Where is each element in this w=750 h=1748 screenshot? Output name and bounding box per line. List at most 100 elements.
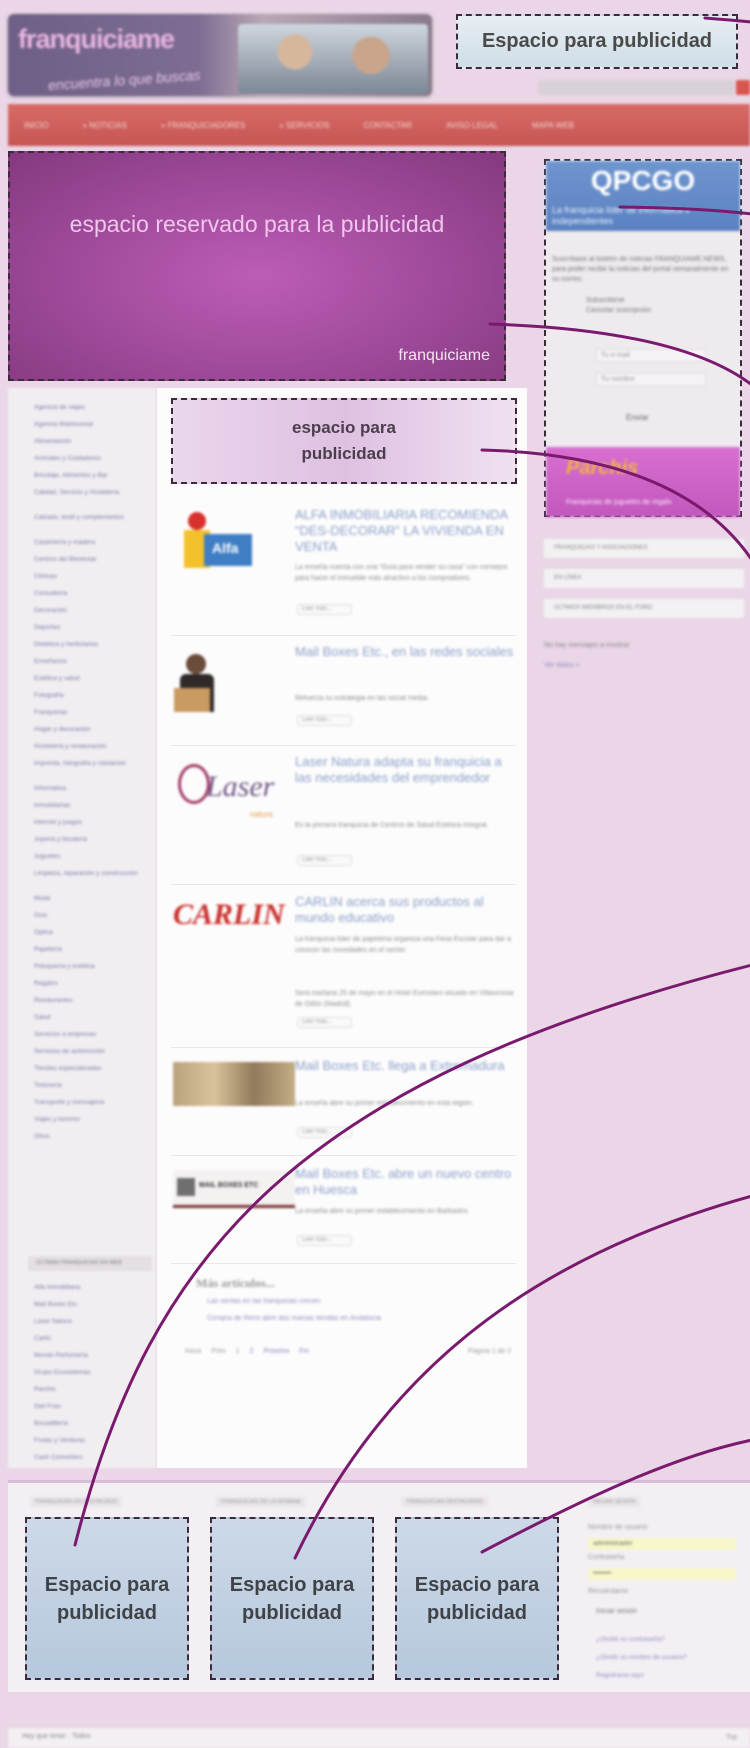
password-input[interactable]: •••••••• <box>588 1568 736 1580</box>
category-link[interactable]: Servicios de automoción <box>34 1048 150 1056</box>
article-thumb-mbe-logo[interactable]: MAIL BOXES ETC <box>173 1170 295 1208</box>
newsletter-name-input[interactable]: Tu nombre <box>596 373 706 386</box>
recent-franchise-link[interactable]: Carlin <box>34 1335 150 1343</box>
back-to-top-link[interactable]: Top <box>726 1734 737 1741</box>
nav-item-mapa-web[interactable]: Mapa Web <box>532 121 574 130</box>
article-thumb-laser[interactable]: Laser natura <box>176 756 280 828</box>
nav-item-servicios[interactable]: » Servicios <box>279 121 329 130</box>
recent-franchise-link[interactable]: Cash Converters <box>34 1454 150 1462</box>
category-link[interactable]: Restaurantes <box>34 997 150 1005</box>
bottom-ad-placeholder-2[interactable]: Espacio para publicidad <box>210 1517 374 1680</box>
article-title-link[interactable]: Mail Boxes Etc. abre un nuevo centro en … <box>295 1166 515 1198</box>
top-ad-placeholder[interactable]: Espacio para publicidad <box>456 14 738 69</box>
nav-item-franquiciadores[interactable]: » Franquiciadores <box>161 121 245 130</box>
category-link[interactable]: Otros <box>34 1133 150 1141</box>
newsletter-email-input[interactable]: Tu e-mail <box>596 349 706 362</box>
right-ad-placeholder[interactable]: QPCGO La franquicia líder de informática… <box>544 159 742 517</box>
category-link[interactable]: Juguetes <box>34 853 150 861</box>
nav-item-inicio[interactable]: Inicio <box>24 121 48 130</box>
category-link[interactable]: Centros del Bienestar <box>34 556 150 564</box>
category-link[interactable]: Papelería <box>34 946 150 954</box>
subscribe-radio[interactable]: Subscribirse <box>586 297 625 304</box>
category-link[interactable]: Internet y juegos <box>34 819 150 827</box>
category-link[interactable]: Joyería y bisutería <box>34 836 150 844</box>
category-link[interactable]: Carpintería y madera <box>34 539 150 547</box>
login-button[interactable]: Iniciar sesión <box>596 1608 637 1615</box>
article-title-link[interactable]: Mail Boxes Etc. llega a Extremadura <box>295 1058 515 1074</box>
category-link[interactable]: Decoración <box>34 607 150 615</box>
related-article-link[interactable]: Las ventas en las franquicias crecen <box>207 1298 320 1305</box>
category-link[interactable]: Calzado, textil y complementos <box>34 514 150 522</box>
category-link[interactable]: Enseñanza <box>34 658 150 666</box>
nav-item-contactar[interactable]: Contactar <box>363 121 412 130</box>
main-ad-placeholder[interactable]: espacio reservado para la publicidad fra… <box>8 151 506 381</box>
read-more-button[interactable]: Leer más... <box>297 855 352 866</box>
read-more-button[interactable]: Leer más... <box>297 1017 352 1028</box>
category-link[interactable]: Viajes y turismo <box>34 1116 150 1124</box>
recent-franchise-link[interactable]: Grupo Ecosistemas <box>34 1369 150 1377</box>
related-article-link[interactable]: Compra de Reno abre dos nuevas tiendas e… <box>207 1315 381 1322</box>
register-link[interactable]: Registrarse aquí <box>596 1672 644 1679</box>
category-link[interactable]: Salud <box>34 1014 150 1022</box>
category-link[interactable]: Hostelería y restauración <box>34 743 150 751</box>
nav-item-aviso-legal[interactable]: Aviso legal <box>446 121 498 130</box>
pager-start[interactable]: Inicio <box>185 1348 201 1355</box>
recent-franchise-link[interactable]: Mail Boxes Etc. <box>34 1301 150 1309</box>
bottom-ad-placeholder-1[interactable]: Espacio para publicidad <box>25 1517 189 1680</box>
category-link[interactable]: Franquicias <box>34 709 150 717</box>
recent-franchise-link[interactable]: Frutas y Verduras <box>34 1437 150 1445</box>
category-link[interactable]: Estética y salud <box>34 675 150 683</box>
category-link[interactable]: Animales y Cuidadores <box>34 455 150 463</box>
article-title-link[interactable]: ALFA INMOBILIARIA RECOMIENDA “DES-DECORA… <box>295 507 515 555</box>
category-link[interactable]: Informática <box>34 785 150 793</box>
unsubscribe-radio[interactable]: Cancelar suscripción <box>586 307 651 314</box>
category-link[interactable]: Dietética y herbolarios <box>34 641 150 649</box>
remember-me-checkbox[interactable]: Recuérdame <box>588 1588 628 1595</box>
category-link[interactable]: Consultoría <box>34 590 150 598</box>
category-link[interactable]: Limpieza, reparación y construcción <box>34 870 150 878</box>
category-link[interactable]: Óptica <box>34 929 150 937</box>
article-title-link[interactable]: Mail Boxes Etc., en las redes sociales <box>295 644 515 660</box>
category-link[interactable]: Agencia Matrimonial <box>34 421 150 429</box>
category-link[interactable]: Tiendas especializadas <box>34 1065 150 1073</box>
search-icon[interactable] <box>736 80 750 95</box>
category-link[interactable]: Moda <box>34 895 150 903</box>
article-thumb-alfa[interactable]: Alfa <box>180 508 256 576</box>
category-link[interactable]: Deportes <box>34 624 150 632</box>
recent-franchise-link[interactable]: Laser Natura <box>34 1318 150 1326</box>
category-link[interactable]: Imprenta, fotografía y rotulación <box>34 760 150 768</box>
site-logo[interactable]: franquiciame <box>18 24 175 55</box>
recent-franchise-link[interactable]: Parchis <box>34 1386 150 1394</box>
category-link[interactable]: Ocio <box>34 912 150 920</box>
category-link[interactable]: Alimentación <box>34 438 150 446</box>
pcgo-banner[interactable]: QPCGO La franquicia líder de informática… <box>546 161 740 231</box>
category-link[interactable]: Calidad, Servicio y Hostelería <box>34 489 150 497</box>
pager-next[interactable]: Próximo <box>264 1348 290 1355</box>
category-link[interactable]: Regalos <box>34 980 150 988</box>
forum-view-all-link[interactable]: Ver todos » <box>544 662 579 669</box>
category-link[interactable]: Tintorería <box>34 1082 150 1090</box>
forgot-password-link[interactable]: ¿Olvidó su contraseña? <box>596 1636 665 1643</box>
article-title-link[interactable]: CARLIN acerca sus productos al mundo edu… <box>295 894 515 926</box>
recent-franchise-link[interactable]: Alfa Inmobiliaria <box>34 1284 150 1292</box>
category-link[interactable]: Servicios a empresas <box>34 1031 150 1039</box>
category-link[interactable]: Transporte y mensajería <box>34 1099 150 1107</box>
read-more-button[interactable]: Leer más... <box>297 1127 352 1138</box>
pager-end[interactable]: Fin <box>299 1348 309 1355</box>
category-link[interactable]: Fotografía <box>34 692 150 700</box>
category-link[interactable]: Inmobiliarias <box>34 802 150 810</box>
category-link[interactable]: Hogar y decoración <box>34 726 150 734</box>
article-thumb-mbe-store[interactable] <box>173 1062 295 1106</box>
read-more-button[interactable]: Leer más... <box>297 1235 352 1246</box>
read-more-button[interactable]: Leer más... <box>297 604 352 615</box>
username-input[interactable]: administrador <box>588 1538 736 1550</box>
logo-banner[interactable]: franquiciame encuentra lo que buscas <box>8 14 432 96</box>
mid-ad-placeholder[interactable]: espacio para publicidad <box>171 398 517 484</box>
parchis-banner[interactable]: Parchis Franquicias de juguetes de regal… <box>546 447 740 517</box>
recent-franchise-link[interactable]: Bocadillería <box>34 1420 150 1428</box>
carlin-logo-text[interactable]: CARLIN <box>173 898 291 938</box>
category-link[interactable]: Bricolaje, Alimentos y Bar <box>34 472 150 480</box>
pager-page-2[interactable]: 2 <box>250 1348 254 1355</box>
recent-franchise-link[interactable]: Mundo Perfumería <box>34 1352 150 1360</box>
article-thumb-mbe-courier[interactable] <box>172 652 228 726</box>
